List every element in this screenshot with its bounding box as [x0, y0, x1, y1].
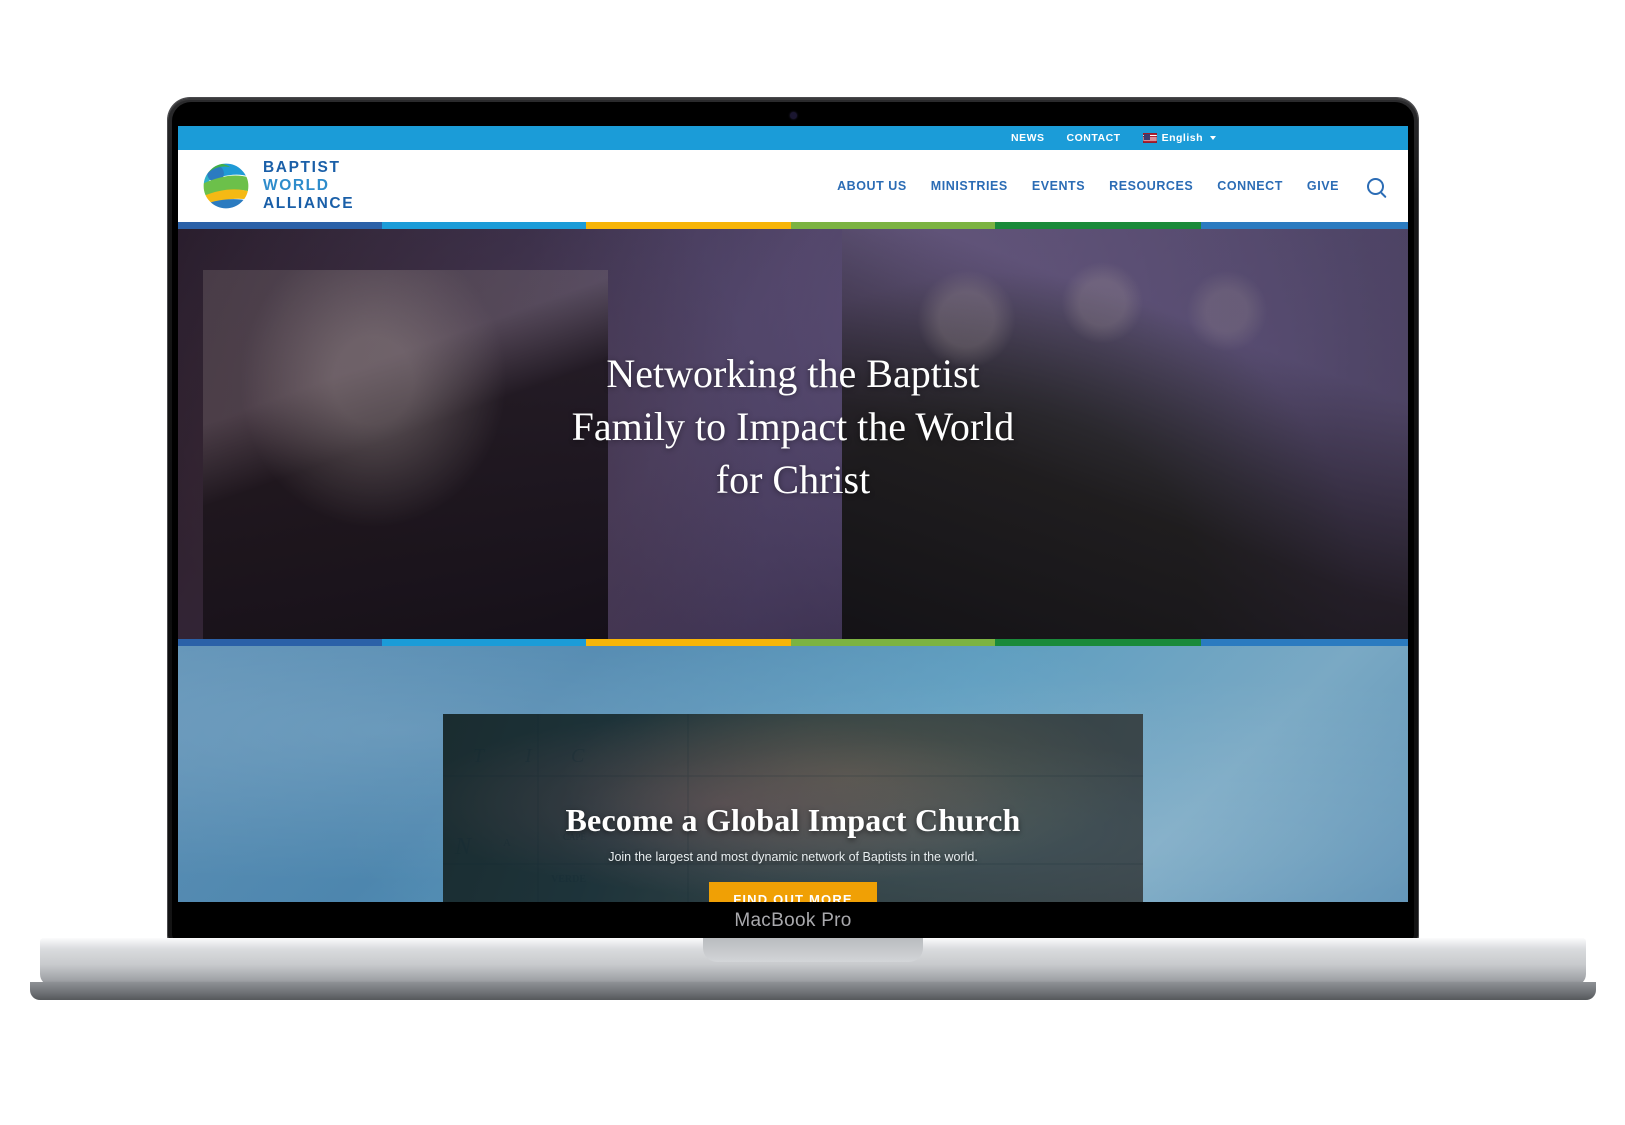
stripe-segment-1: [178, 639, 383, 646]
stripe-segment-3: [586, 222, 791, 229]
us-flag-icon: [1142, 133, 1157, 143]
nav-item-about-us[interactable]: ABOUT US: [837, 179, 907, 193]
globe-logo-icon: [200, 160, 252, 212]
nav-item-give[interactable]: GIVE: [1307, 179, 1339, 193]
laptop-base-notch: [702, 938, 923, 962]
stripe-segment-4: [790, 639, 995, 646]
website-page: NEWS CONTACT English BAPTIST WORLD ALLIA…: [178, 126, 1408, 902]
hero-headline-line-1: Networking the Baptist: [606, 351, 980, 396]
stripe-segment-2: [382, 222, 587, 229]
color-stripe-bottom: [178, 639, 1408, 646]
topbar-link-news[interactable]: NEWS: [1011, 132, 1045, 144]
hero-headline-line-3: for Christ: [715, 457, 871, 503]
promo-heading: Become a Global Impact Church: [565, 802, 1021, 838]
macbook-pro-mockup: MacBook Pro NEWS CONTACT English BAPTIST…: [0, 0, 1625, 1125]
chevron-down-icon: [1210, 136, 1216, 140]
browser-viewport: NEWS CONTACT English BAPTIST WORLD ALLIA…: [178, 126, 1408, 902]
nav-item-resources[interactable]: RESOURCES: [1109, 179, 1193, 193]
screenshot-stage: MacBook Pro NEWS CONTACT English BAPTIST…: [0, 0, 1625, 1125]
nav-item-connect[interactable]: CONNECT: [1217, 179, 1283, 193]
find-out-more-button[interactable]: FIND OUT MORE: [709, 882, 877, 902]
search-icon[interactable]: [1367, 177, 1384, 195]
hero-headline-line-2: Family to Impact the World: [571, 404, 1015, 450]
promo-card-content: Become a Global Impact Church Join the l…: [443, 714, 1143, 902]
main-navigation: ABOUT US MINISTRIES EVENTS RESOURCES CON…: [837, 177, 1384, 195]
stripe-segment-5: [994, 222, 1202, 229]
hero-headline: Networking the Baptist Family to Impact …: [513, 229, 1073, 507]
stripe-segment-2: [382, 639, 587, 646]
laptop-base-foot: [30, 982, 1596, 1000]
webcam-icon: [790, 112, 797, 119]
top-utility-bar: NEWS CONTACT English: [178, 126, 1408, 150]
topbar-link-contact[interactable]: CONTACT: [1067, 132, 1121, 144]
stripe-segment-6: [1201, 222, 1408, 229]
brand-line-1: BAPTIST: [263, 158, 341, 176]
stripe-segment-1: [178, 222, 383, 229]
stripe-segment-5: [994, 639, 1202, 646]
color-stripe-top: [178, 222, 1408, 229]
stripe-segment-4: [790, 222, 995, 229]
brand-line-3: ALLIANCE: [263, 195, 355, 213]
promo-subheading: Join the largest and most dynamic networ…: [608, 850, 978, 864]
promo-section: T I C N A CAPE VERDE GUINEA-BISSAU: [178, 646, 1408, 902]
brand-logo[interactable]: BAPTIST WORLD ALLIANCE: [200, 159, 354, 214]
nav-item-ministries[interactable]: MINISTRIES: [931, 179, 1008, 193]
stripe-segment-6: [1201, 639, 1408, 646]
language-label: English: [1161, 132, 1203, 144]
stripe-segment-3: [586, 639, 791, 646]
brand-wordmark: BAPTIST WORLD ALLIANCE: [263, 159, 354, 214]
macbook-model-label: MacBook Pro: [734, 910, 852, 931]
hero-banner: Networking the Baptist Family to Impact …: [178, 229, 1408, 639]
site-header: BAPTIST WORLD ALLIANCE ABOUT US MINISTRI…: [178, 150, 1408, 222]
promo-card: T I C N A CAPE VERDE GUINEA-BISSAU: [443, 714, 1143, 902]
brand-line-2: WORLD: [263, 176, 330, 194]
nav-item-events[interactable]: EVENTS: [1032, 179, 1085, 193]
language-selector[interactable]: English: [1142, 132, 1216, 144]
